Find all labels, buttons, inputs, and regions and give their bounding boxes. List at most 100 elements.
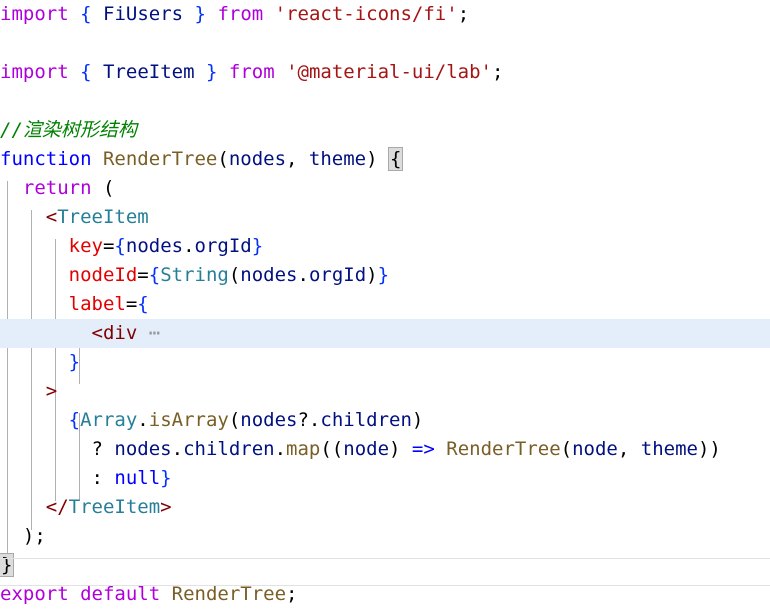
code-token: = [137, 264, 149, 286]
code-line[interactable]: ? nodes.children.map((node) => RenderTre… [0, 435, 770, 464]
code-token: return [22, 177, 92, 199]
code-token: RenderTree [171, 583, 287, 605]
code-token: default [80, 583, 161, 605]
code-line[interactable]: label={ [0, 290, 770, 319]
code-line[interactable]: import { TreeItem } from '@material-ui/l… [0, 58, 770, 87]
code-token: orgId [194, 235, 252, 257]
code-token: } [251, 235, 264, 257]
code-token: ( [560, 438, 573, 460]
code-line[interactable]: <TreeItem [0, 203, 770, 232]
code-token: } [194, 3, 206, 25]
code-line[interactable]: } [0, 348, 770, 377]
code-token: . [171, 438, 184, 460]
code-line[interactable]: {Array.isArray(nodes?.children) [0, 406, 770, 435]
code-line[interactable]: function RenderTree(nodes, theme) { [0, 145, 770, 174]
code-line[interactable]: ); [0, 522, 770, 551]
code-token: null [114, 467, 161, 489]
code-token: : [91, 467, 115, 489]
code-line[interactable]: nodeId={String(nodes.orgId)} [0, 261, 770, 290]
code-line[interactable]: //渲染树形结构 [0, 116, 770, 145]
code-token: RenderTree [446, 438, 561, 460]
code-token: ; [457, 3, 470, 25]
code-token: { [114, 235, 126, 257]
code-token: 'react-icons/fi' [274, 3, 458, 25]
code-token: FiUsers [103, 3, 184, 25]
code-line[interactable]: key={nodes.orgId} [0, 232, 770, 261]
code-token: { [68, 409, 81, 431]
code-token: </ [45, 496, 69, 518]
code-line[interactable]: import { FiUsers } from 'react-icons/fi'… [0, 0, 770, 29]
code-line[interactable]: return ( [0, 174, 770, 203]
code-token: RenderTree [102, 148, 218, 170]
code-token: TreeItem [57, 206, 149, 228]
code-token: TreeItem [103, 61, 195, 83]
code-token: { [80, 3, 92, 25]
code-token: nodes [114, 438, 172, 460]
code-line[interactable]: : null} [0, 464, 770, 493]
code-token: ) [366, 264, 378, 286]
code-line[interactable]: </TreeItem> [0, 493, 770, 522]
code-token: ; [492, 61, 504, 83]
code-token: nodes [228, 148, 287, 170]
code-token: from [228, 61, 275, 83]
code-token: theme [640, 438, 698, 460]
code-token: > [45, 380, 58, 402]
code-token: children [183, 438, 275, 460]
code-token: < [91, 322, 103, 344]
code-editor[interactable]: import { FiUsers } from 'react-icons/fi'… [0, 0, 770, 614]
code-token: label [68, 293, 126, 315]
code-token: ?. [297, 409, 321, 431]
code-fold-ellipsis-icon[interactable]: ⋯ [137, 322, 160, 344]
code-line[interactable]: } [0, 551, 770, 580]
code-token: theme [308, 148, 367, 170]
code-line[interactable] [0, 87, 770, 116]
code-token: function [0, 148, 92, 170]
code-line-current[interactable]: <div ⋯ [0, 319, 770, 348]
code-token: , [286, 148, 309, 170]
code-lines[interactable]: import { FiUsers } from 'react-icons/fi'… [0, 0, 770, 609]
code-token: } [377, 264, 390, 286]
code-token: = [102, 235, 115, 257]
code-token: nodeId [68, 264, 138, 286]
code-token: node [343, 438, 390, 460]
code-token: ; [34, 525, 46, 547]
code-token: ( [228, 409, 241, 431]
code-token: { [148, 264, 161, 286]
code-token: } [68, 351, 81, 373]
code-token: nodes [240, 264, 298, 286]
code-token: { [137, 293, 149, 315]
bracket-match-highlight: { [387, 147, 404, 171]
code-token: import [0, 61, 69, 83]
code-token: } [160, 467, 172, 489]
code-token: . [137, 409, 149, 431]
code-token: Array [80, 409, 138, 431]
code-token: . [297, 264, 309, 286]
code-token: ) [389, 438, 412, 460]
code-line[interactable] [0, 29, 770, 58]
code-line[interactable]: > [0, 377, 770, 406]
code-token: ) [411, 409, 424, 431]
code-token: div [102, 322, 138, 344]
code-token: (( [320, 438, 344, 460]
code-token: , [617, 438, 641, 460]
code-token: < [45, 206, 58, 228]
code-token: children [320, 409, 412, 431]
